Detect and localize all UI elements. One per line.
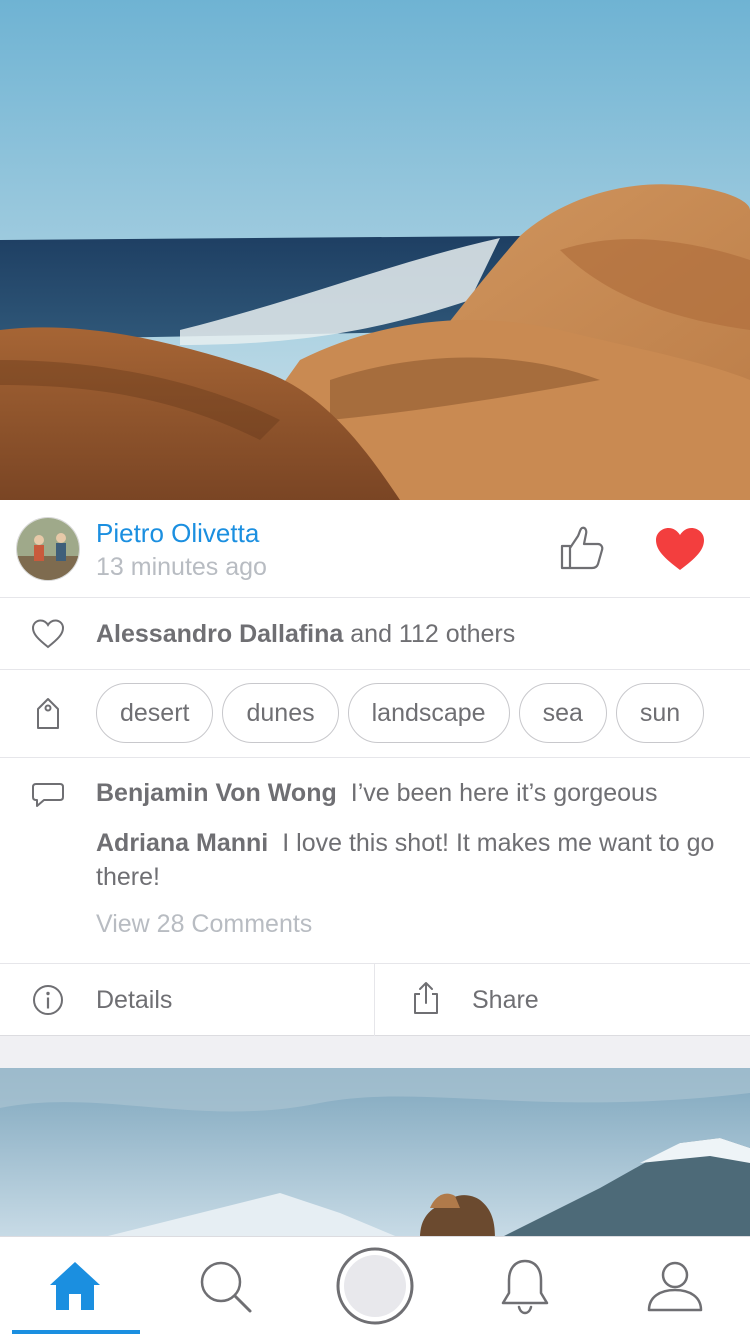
- feed-separator: [0, 1036, 750, 1068]
- tab-home[interactable]: [0, 1237, 150, 1334]
- likes-row[interactable]: Alessandro Dallafina and 112 others: [0, 598, 750, 670]
- comment-text: I’ve been here it’s gorgeous: [350, 779, 658, 807]
- author-name[interactable]: Pietro Olivetta: [96, 518, 259, 549]
- heart-outline-icon: [31, 619, 65, 649]
- details-button[interactable]: Details: [0, 964, 375, 1036]
- tab-notifications[interactable]: [450, 1237, 600, 1334]
- tab-bar: [0, 1236, 750, 1334]
- camera-button-icon: [336, 1247, 414, 1325]
- bell-icon: [501, 1259, 549, 1315]
- home-icon: [50, 1262, 100, 1310]
- author-avatar[interactable]: [16, 517, 80, 581]
- tab-profile[interactable]: [600, 1237, 750, 1334]
- active-tab-indicator: [12, 1330, 140, 1334]
- comment: Adriana Manni I love this shot! It makes …: [96, 826, 726, 894]
- share-label: Share: [472, 986, 539, 1014]
- share-button[interactable]: Share: [376, 964, 750, 1036]
- profile-icon: [647, 1261, 703, 1312]
- tag-list: desert dunes landscape sea sun: [96, 683, 705, 743]
- search-icon: [200, 1261, 252, 1313]
- tab-camera[interactable]: [300, 1237, 450, 1334]
- tag-chip[interactable]: dunes: [222, 683, 339, 743]
- info-icon: [33, 985, 63, 1015]
- tag-icon: [37, 698, 59, 729]
- comment-icon: [32, 783, 64, 807]
- likes-count-text: and 112 others: [343, 620, 516, 648]
- comment: Benjamin Von Wong I’ve been here it’s gor…: [96, 776, 726, 810]
- share-icon: [414, 982, 438, 1014]
- post-actions: Details Share: [0, 964, 750, 1036]
- view-comments-link[interactable]: View 28 Comments: [96, 910, 312, 939]
- post-photo[interactable]: [0, 0, 750, 500]
- details-label: Details: [96, 986, 173, 1014]
- thumbs-up-icon[interactable]: [558, 526, 606, 572]
- tag-chip[interactable]: sun: [615, 683, 705, 743]
- liker-name[interactable]: Alessandro Dallafina: [96, 620, 343, 648]
- tab-search[interactable]: [150, 1237, 300, 1334]
- heart-icon[interactable]: [654, 526, 706, 572]
- tags-row: desert dunes landscape sea sun: [0, 670, 750, 758]
- likes-summary: Alessandro Dallafina and 112 others: [96, 620, 515, 649]
- comment-author[interactable]: Benjamin Von Wong: [96, 779, 337, 807]
- tag-chip[interactable]: desert: [96, 683, 214, 743]
- tag-chip[interactable]: sea: [518, 683, 607, 743]
- comment-author[interactable]: Adriana Manni: [96, 829, 268, 857]
- comments-section: Benjamin Von Wong I’ve been here it’s gor…: [0, 758, 750, 964]
- post-time: 13 minutes ago: [96, 553, 267, 581]
- tag-chip[interactable]: landscape: [347, 683, 510, 743]
- next-post-photo[interactable]: [0, 1068, 750, 1238]
- post-header: Pietro Olivetta 13 minutes ago: [0, 500, 750, 598]
